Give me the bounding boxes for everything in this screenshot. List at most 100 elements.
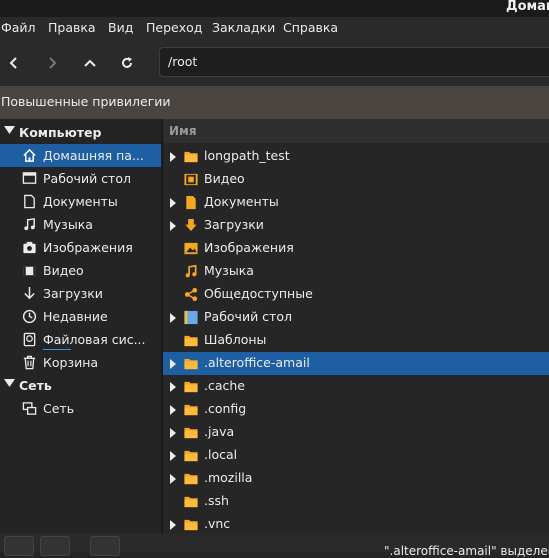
sidebar-item-home[interactable]: Домашняя па...	[0, 144, 161, 167]
privilege-banner-text: Повышенные привилегии	[1, 94, 171, 109]
file-row[interactable]: Общедоступные	[163, 283, 549, 306]
expand-triangle-icon[interactable]	[169, 428, 177, 438]
file-row[interactable]: Видео	[163, 168, 549, 191]
column-header-name[interactable]: Имя	[163, 119, 549, 143]
sidebar-header-label: Сеть	[19, 378, 52, 393]
sidebar-item-filesystem[interactable]: Файловая сис...	[0, 328, 161, 351]
sidebar-item-desktop[interactable]: Рабочий стол	[0, 167, 161, 190]
drive-icon	[23, 332, 36, 347]
tree-view-button[interactable]	[40, 536, 70, 556]
file-row[interactable]: .java	[163, 421, 549, 444]
window-title: Домашн	[506, 0, 549, 14]
sidebar-item-label: Музыка	[43, 217, 93, 232]
up-button[interactable]	[78, 51, 102, 75]
sidebar-header-label: Компьютер	[19, 125, 102, 140]
expand-triangle-icon[interactable]	[169, 198, 177, 208]
sidebar-item-music[interactable]: Музыка	[0, 213, 161, 236]
window-titlebar: Домашн	[0, 0, 549, 17]
file-name: Общедоступные	[204, 286, 313, 301]
file-name: Шаблоны	[204, 332, 267, 347]
file-name: .ssh	[204, 493, 229, 508]
menu-edit[interactable]: Правка	[48, 20, 96, 35]
sidebar-item-pictures[interactable]: Изображения	[0, 236, 161, 259]
chevron-up-icon	[84, 59, 96, 67]
network-icon	[22, 402, 37, 415]
sidebar-item-videos[interactable]: Видео	[0, 259, 161, 282]
file-name: Музыка	[204, 263, 254, 278]
file-row[interactable]: .cache	[163, 375, 549, 398]
desktop-icon	[22, 172, 37, 184]
chevron-left-icon	[9, 57, 17, 69]
expand-triangle-icon[interactable]	[169, 520, 177, 530]
expand-triangle-icon[interactable]	[169, 221, 177, 231]
location-path: /root	[168, 54, 198, 69]
expand-triangle-icon[interactable]	[169, 152, 177, 162]
file-row[interactable]: .config	[163, 398, 549, 421]
expand-triangle-icon[interactable]	[169, 382, 177, 392]
sidebar-item-label: Рабочий стол	[43, 171, 131, 186]
file-list: Имя longpath_test Видео Документы Загрузки И…	[163, 119, 549, 533]
reload-button[interactable]	[115, 51, 139, 75]
expand-triangle-icon[interactable]	[169, 405, 177, 415]
file-name: Документы	[204, 194, 279, 209]
sidebar-item-label: Документы	[43, 194, 118, 209]
file-name: longpath_test	[204, 148, 290, 163]
file-row[interactable]: longpath_test	[163, 145, 549, 168]
menu-help[interactable]: Справка	[283, 20, 338, 35]
file-name: .vnc	[204, 516, 231, 531]
menu-bookmarks[interactable]: Закладки	[212, 20, 275, 35]
reload-icon	[122, 57, 132, 68]
menubar: Файл Правка Вид Переход Закладки Справка	[0, 17, 549, 39]
toolbar: /root	[0, 39, 549, 86]
file-name: Загрузки	[204, 217, 264, 232]
expand-triangle-icon[interactable]	[169, 451, 177, 461]
sidebar-header-network[interactable]: Сеть	[0, 374, 161, 397]
location-bar[interactable]: /root	[159, 47, 549, 77]
share-folder-icon	[184, 287, 198, 302]
expand-triangle-icon[interactable]	[169, 474, 177, 484]
file-row[interactable]: Документы	[163, 191, 549, 214]
clock-icon	[22, 309, 37, 324]
file-row[interactable]: .mozilla	[163, 467, 549, 490]
file-row[interactable]: Шаблоны	[163, 329, 549, 352]
chevron-right-icon	[49, 57, 57, 69]
sidebar-item-label: Домашняя па...	[43, 148, 144, 163]
sidebar-item-downloads[interactable]: Загрузки	[0, 282, 161, 305]
file-row[interactable]: Музыка	[163, 260, 549, 283]
sidebar-item-label: Загрузки	[43, 286, 103, 301]
forward-button[interactable]	[40, 51, 64, 75]
sidebar-item-recent[interactable]: Недавние	[0, 305, 161, 328]
sidebar-item-trash[interactable]: Корзина	[0, 351, 161, 374]
statusbar: ".alteroffice-amail" выделен	[0, 533, 549, 558]
file-name: Видео	[204, 171, 245, 186]
terminal-button[interactable]	[90, 536, 120, 556]
download-icon	[24, 286, 35, 300]
desktop-folder-icon	[184, 310, 198, 325]
file-row[interactable]: .ssh	[163, 490, 549, 513]
folder-icon	[184, 404, 198, 416]
sidebar-item-network[interactable]: Сеть	[0, 397, 161, 420]
sidebar-item-documents[interactable]: Документы	[0, 190, 161, 213]
menu-view[interactable]: Вид	[108, 20, 133, 35]
sidebar-item-label: Видео	[43, 263, 84, 278]
sidebar: Компьютер Домашняя па... Рабочий стол До…	[0, 119, 161, 533]
sidebar-toggle-button[interactable]	[4, 536, 34, 556]
file-row[interactable]: Загрузки	[163, 214, 549, 237]
sidebar-header-computer[interactable]: Компьютер	[0, 121, 161, 144]
expand-triangle-icon[interactable]	[169, 313, 177, 323]
file-row[interactable]: Изображения	[163, 237, 549, 260]
file-row[interactable]: .alteroffice-amail	[163, 352, 549, 375]
menu-file[interactable]: Файл	[1, 20, 36, 35]
document-icon	[24, 194, 35, 209]
trash-icon	[23, 355, 36, 370]
triangle-down-icon	[4, 379, 15, 387]
menu-go[interactable]: Переход	[146, 20, 202, 35]
sidebar-item-label: Файловая сис...	[43, 332, 146, 347]
image-folder-icon	[184, 242, 198, 255]
back-button[interactable]	[2, 51, 26, 75]
file-row[interactable]: .local	[163, 444, 549, 467]
file-row[interactable]: Рабочий стол	[163, 306, 549, 329]
expand-triangle-icon[interactable]	[169, 359, 177, 369]
folder-icon	[184, 519, 198, 531]
file-name: .mozilla	[204, 470, 253, 485]
